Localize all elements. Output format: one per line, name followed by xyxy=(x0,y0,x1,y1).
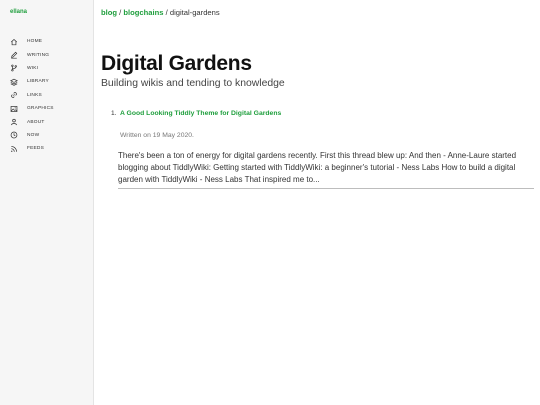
site-brand-link[interactable]: ellana xyxy=(10,9,27,15)
sidebar-item-label: LINKS xyxy=(27,92,42,98)
sidebar-item-links[interactable]: LINKS xyxy=(10,89,54,102)
home-icon xyxy=(10,38,18,45)
list-item: 1. A Good Looking Tiddly Theme for Digit… xyxy=(101,110,534,189)
post-excerpt: There's been a ton of energy for digital… xyxy=(118,150,534,189)
sidebar-item-label: LIBRARY xyxy=(27,79,49,85)
breadcrumb: blog / blogchains / digital-gardens xyxy=(101,8,220,17)
sidebar-item-label: WIKI xyxy=(27,65,39,71)
sidebar-item-label: NOW xyxy=(27,132,40,138)
sidebar-item-feeds[interactable]: FEEDS xyxy=(10,142,54,155)
sidebar-item-label: ABOUT xyxy=(27,119,45,125)
post-heading: 1. A Good Looking Tiddly Theme for Digit… xyxy=(101,110,533,117)
rss-icon xyxy=(11,145,17,152)
sidebar-item-writing[interactable]: WRITING xyxy=(10,48,54,61)
stack-icon xyxy=(10,78,18,86)
image-icon xyxy=(10,105,18,112)
pen-icon xyxy=(11,51,18,59)
sidebar-item-home[interactable]: HOME xyxy=(10,35,54,48)
sidebar-item-label: FEEDS xyxy=(27,146,44,152)
sidebar-item-library[interactable]: LIBRARY xyxy=(10,75,54,88)
sidebar: ellana HOME WRITING WIKI LIBRARY LINKS G… xyxy=(0,0,94,405)
post-number: 1. xyxy=(111,110,117,117)
page-subtitle: Building wikis and tending to knowledge xyxy=(101,78,285,89)
user-icon xyxy=(11,118,17,126)
breadcrumb-current: digital-gardens xyxy=(169,8,220,17)
sidebar-item-now[interactable]: NOW xyxy=(10,129,54,142)
sidebar-item-wiki[interactable]: WIKI xyxy=(10,62,54,75)
clock-icon xyxy=(10,132,18,139)
sidebar-item-about[interactable]: ABOUT xyxy=(10,115,54,128)
breadcrumb-link-blogchains[interactable]: blogchains xyxy=(123,8,163,17)
page-title: Digital Gardens xyxy=(101,52,252,75)
branch-icon xyxy=(11,65,17,72)
link-icon xyxy=(11,92,17,99)
sidebar-item-label: GRAPHICS xyxy=(27,106,54,112)
post-title-link[interactable]: A Good Looking Tiddly Theme for Digital … xyxy=(120,110,281,117)
post-list: 1. A Good Looking Tiddly Theme for Digit… xyxy=(101,110,534,189)
sidebar-item-label: HOME xyxy=(27,39,43,45)
sidebar-item-label: WRITING xyxy=(27,52,50,58)
post-date: Written on 19 May 2020. xyxy=(120,132,194,139)
breadcrumb-link-blog[interactable]: blog xyxy=(101,8,117,17)
sidebar-item-graphics[interactable]: GRAPHICS xyxy=(10,102,54,115)
sidebar-nav: HOME WRITING WIKI LIBRARY LINKS GRAPHICS… xyxy=(10,35,54,156)
